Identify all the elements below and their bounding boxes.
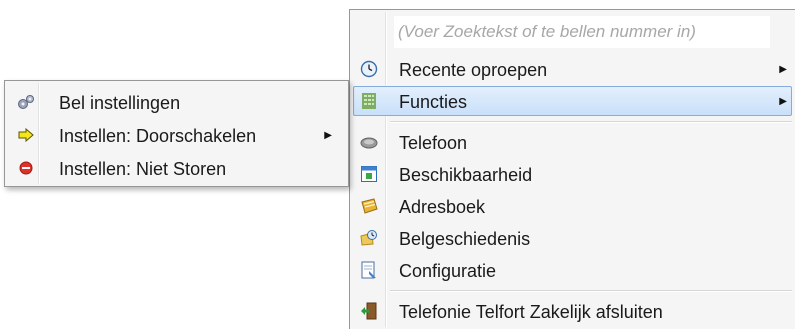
exit-door-icon: [360, 302, 378, 320]
submenu-item-label: Bel instellingen: [59, 93, 181, 113]
menu-item-phone[interactable]: Telefoon: [353, 127, 792, 157]
functions-submenu: Bel instellingen Instellen: Doorschakele…: [4, 80, 349, 187]
grid-icon: [360, 92, 378, 110]
menu-item-address-book[interactable]: Adresboek: [353, 191, 792, 221]
menu-item-label: Recente oproepen: [399, 60, 548, 80]
menu-item-availability[interactable]: Beschikbaarheid: [353, 159, 792, 189]
menu-item-label: Configuratie: [399, 261, 497, 281]
menu-item-label: Belgeschiedenis: [399, 229, 531, 249]
menu-item-label: Telefonie Telfort Zakelijk afsluiten: [399, 302, 663, 322]
submenu-arrow-icon: ▶: [779, 64, 787, 75]
menu-separator: [390, 121, 792, 122]
gears-icon: [17, 93, 35, 111]
configuration-icon: [360, 261, 378, 279]
menu-item-label: Beschikbaarheid: [399, 165, 533, 185]
menu-item-label: Functies: [399, 92, 468, 112]
submenu-item-call-settings[interactable]: Bel instellingen: [8, 87, 345, 117]
menu-item-functions[interactable]: Functies ▶: [353, 86, 792, 116]
submenu-arrow-icon: ▶: [324, 130, 332, 141]
menu-item-exit[interactable]: Telefonie Telfort Zakelijk afsluiten: [353, 296, 792, 326]
submenu-item-call-forwarding[interactable]: Instellen: Doorschakelen ▶: [8, 120, 345, 150]
forward-arrow-icon: [17, 126, 35, 144]
submenu-arrow-icon: ▶: [779, 96, 787, 107]
menu-item-label: Adresboek: [399, 197, 486, 217]
do-not-disturb-icon: [17, 159, 35, 177]
search-input[interactable]: (Voer Zoektekst of te bellen nummer in): [394, 16, 770, 48]
clock-icon: [360, 60, 378, 78]
call-history-icon: [360, 229, 378, 247]
menu-item-label: Telefoon: [399, 133, 468, 153]
submenu-item-label: Instellen: Niet Storen: [59, 159, 227, 179]
menu-separator: [390, 290, 792, 291]
menu-item-call-history[interactable]: Belgeschiedenis: [353, 223, 792, 253]
menu-item-configuration[interactable]: Configuratie: [353, 255, 792, 285]
phone-icon: [360, 133, 378, 151]
main-context-menu: (Voer Zoektekst of te bellen nummer in) …: [349, 9, 795, 329]
availability-window-icon: [360, 165, 378, 183]
submenu-item-do-not-disturb[interactable]: Instellen: Niet Storen: [8, 153, 345, 183]
menu-item-recent-calls[interactable]: Recente oproepen ▶: [353, 54, 792, 84]
address-book-icon: [360, 197, 378, 215]
submenu-item-label: Instellen: Doorschakelen: [59, 126, 257, 146]
